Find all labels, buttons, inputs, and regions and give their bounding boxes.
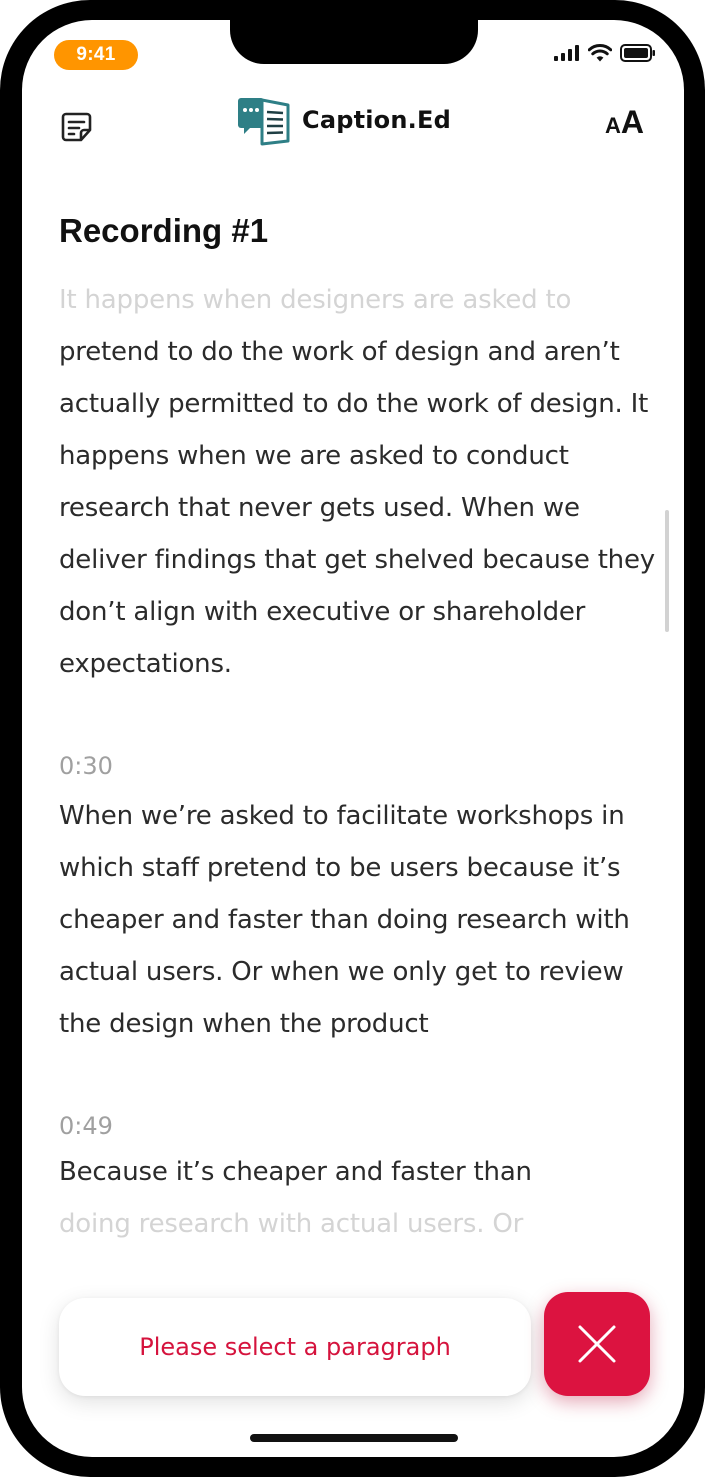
app-name: Caption.Ed [302,106,451,134]
home-indicator[interactable] [250,1434,458,1442]
close-icon [578,1325,616,1363]
transcript-paragraph[interactable]: 0:49 Because it’s cheaper and faster tha… [59,1106,659,1250]
battery-icon [620,44,656,66]
toast-message: Please select a paragraph [139,1333,451,1361]
font-size-large-glyph: A [620,104,644,140]
paragraph-text: pretend to do the work of design and are… [59,337,655,679]
status-icons [554,44,656,66]
transcript-paragraph[interactable]: It happens when designers are asked to p… [59,274,659,690]
font-size-button[interactable]: A A [605,104,644,141]
close-button[interactable] [544,1292,650,1396]
font-size-small-glyph: A [605,113,621,138]
wifi-icon [587,44,613,66]
paragraph-text: When we’re asked to facilitate workshops… [59,801,630,1039]
caption-ed-logo-icon [238,98,290,146]
scrollbar[interactable] [665,510,669,632]
app-header: Caption.Ed A A [22,90,684,154]
select-paragraph-toast: Please select a paragraph [59,1298,531,1396]
transcript-content: Recording #1 It happens when designers a… [59,206,659,1250]
faded-line: doing research with actual users. Or [59,1209,524,1239]
recording-title: Recording #1 [59,212,269,249]
paragraph-timestamp: 0:49 [59,1112,113,1140]
app-screen: 9:41 Caption.Ed A A Recording #1 It happ… [22,20,684,1457]
status-time: 9:41 [54,40,138,70]
device-notch [230,20,478,64]
notes-button[interactable] [60,110,94,144]
signal-icon [554,45,580,65]
paragraph-timestamp: 0:30 [59,752,113,780]
app-logo: Caption.Ed [236,94,451,146]
transcript-paragraph[interactable]: 0:30 When we’re asked to facilitate work… [59,746,659,1050]
paragraph-text: Because it’s cheaper and faster than [59,1157,532,1187]
faded-line: It happens when designers are asked to [59,285,572,315]
note-edit-icon [61,112,92,142]
phone-frame: 9:41 Caption.Ed A A Recording #1 It happ… [0,0,705,1477]
